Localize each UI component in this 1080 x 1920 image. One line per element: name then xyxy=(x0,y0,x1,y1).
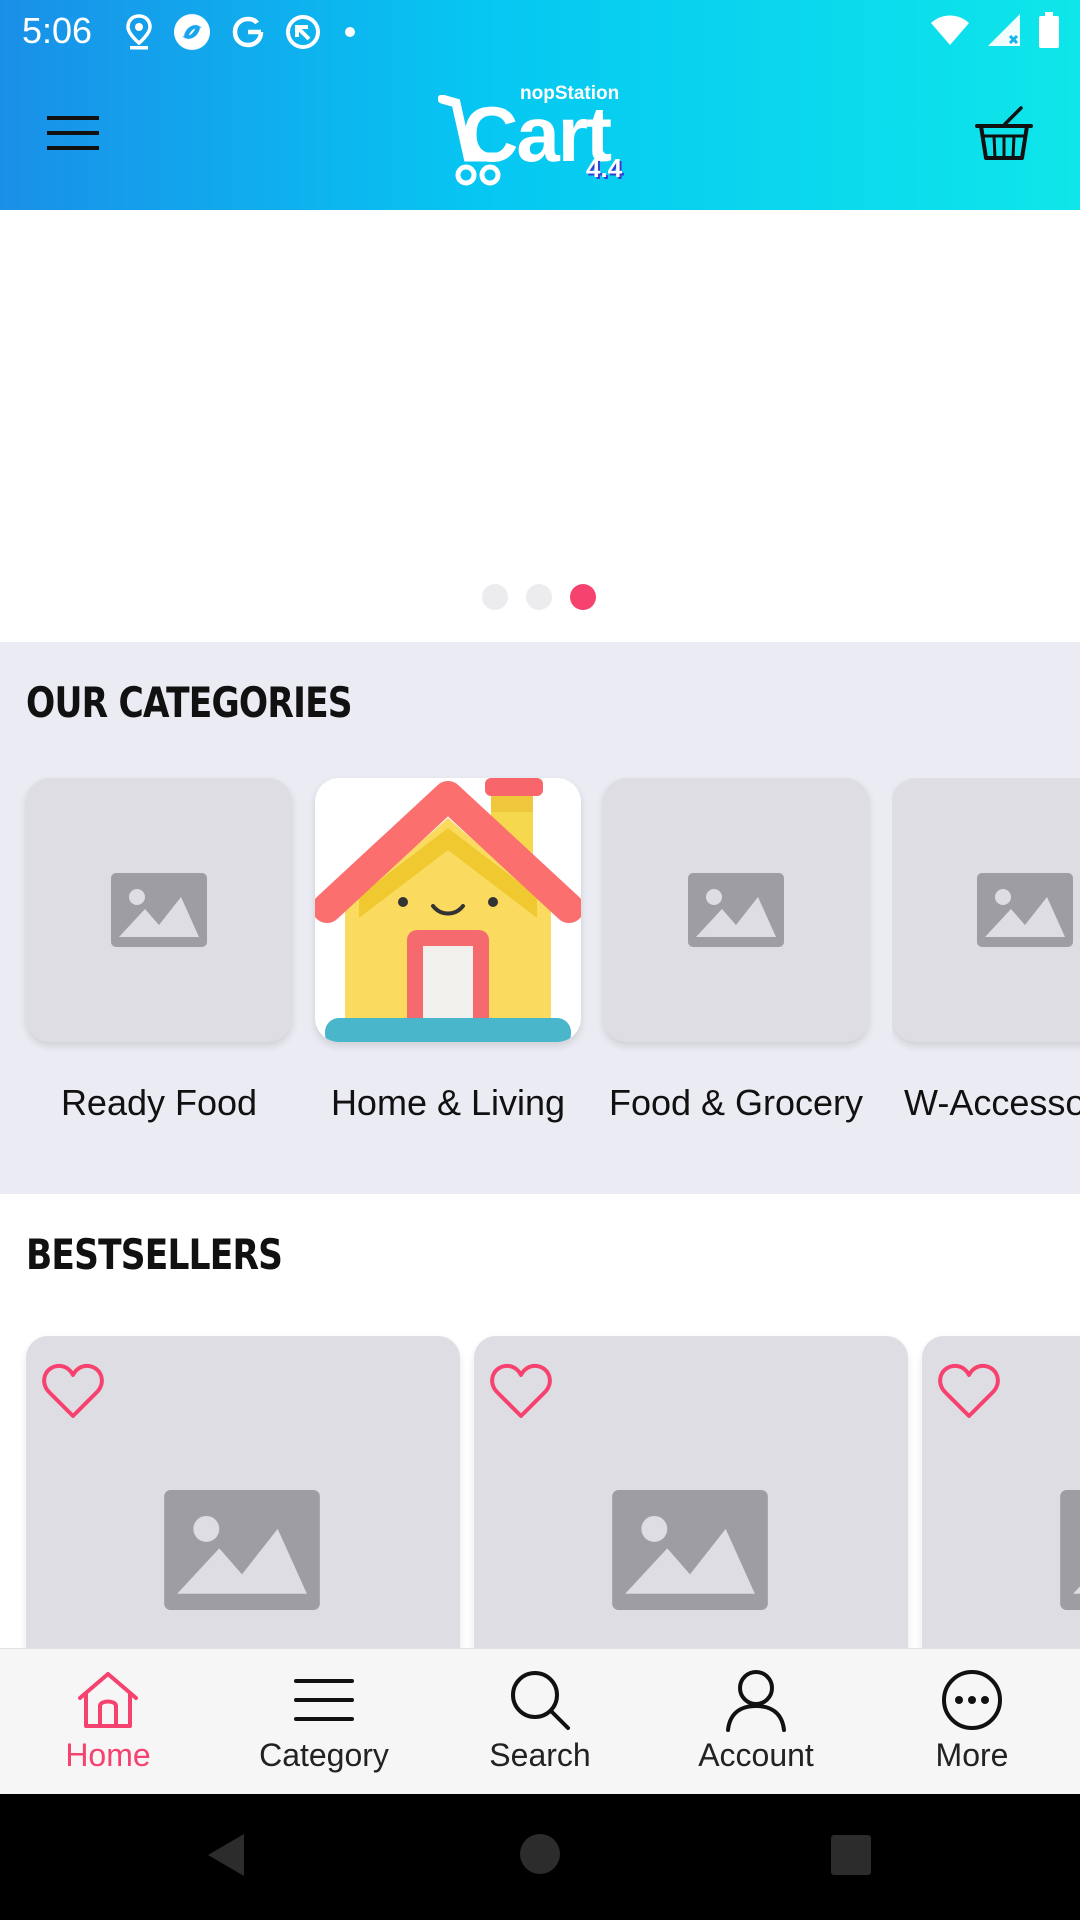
house-illustration-icon xyxy=(315,778,581,1042)
category-label: Ready Food xyxy=(60,1082,258,1123)
categories-title: OUR CATEGORIES xyxy=(26,678,353,727)
product-card[interactable] xyxy=(922,1336,1080,1648)
nav-item-home[interactable]: Home xyxy=(0,1649,216,1794)
banner-slider[interactable] xyxy=(0,210,1080,642)
wifi-icon xyxy=(930,13,970,51)
system-home-button[interactable] xyxy=(518,1832,562,1876)
recents-icon xyxy=(831,1835,871,1875)
category-item-food-grocery[interactable]: Food & Grocery xyxy=(603,778,869,1124)
category-card[interactable] xyxy=(603,778,869,1042)
nav-item-account[interactable]: Account xyxy=(648,1649,864,1794)
bestsellers-title: BESTSELLERS xyxy=(26,1230,283,1279)
category-item-ready-food[interactable]: Ready Food xyxy=(26,778,292,1124)
system-recents-button[interactable] xyxy=(830,1834,872,1876)
nav-label: Home xyxy=(65,1737,151,1773)
status-icons-left xyxy=(124,12,360,52)
home-icon xyxy=(78,1672,138,1728)
app-logo: nopStation Cart 4.4 xyxy=(438,83,638,193)
category-item-w-accessories[interactable]: W-Accesso xyxy=(892,778,1080,1124)
system-back-button[interactable] xyxy=(204,1830,248,1880)
product-card[interactable] xyxy=(474,1336,908,1648)
top-header: 5:06 nopStation Cart 4.4 xyxy=(0,0,1080,210)
app-icon xyxy=(172,12,212,52)
placeholder-image-icon xyxy=(164,1490,320,1610)
slider-dot[interactable] xyxy=(482,584,508,610)
heart-outline-icon xyxy=(938,1363,1000,1418)
placeholder-image-icon xyxy=(612,1490,768,1610)
favorite-button[interactable] xyxy=(38,1356,108,1426)
status-time: 5:06 xyxy=(22,10,93,51)
favorite-button[interactable] xyxy=(934,1356,1004,1426)
product-card[interactable] xyxy=(26,1336,460,1648)
sync-icon xyxy=(284,13,322,51)
category-card[interactable] xyxy=(892,778,1080,1042)
placeholder-image-icon xyxy=(977,873,1073,947)
search-icon xyxy=(511,1671,570,1730)
heart-outline-icon xyxy=(42,1363,104,1418)
bottom-navigation: Home Category Search Account More xyxy=(0,1648,1080,1794)
placeholder-image-icon xyxy=(688,873,784,947)
category-label: Food & Grocery xyxy=(608,1082,864,1123)
bestsellers-section: BESTSELLERS xyxy=(0,1194,1080,1648)
nav-item-category[interactable]: Category xyxy=(216,1649,432,1794)
status-icons-right xyxy=(930,12,1060,52)
logo-version: 4.4 xyxy=(586,153,623,183)
category-card[interactable] xyxy=(26,778,292,1042)
basket-icon xyxy=(975,106,1033,160)
back-icon xyxy=(208,1834,244,1876)
heart-outline-icon xyxy=(490,1363,552,1418)
nav-label: Search xyxy=(489,1737,591,1773)
placeholder-image-icon xyxy=(111,873,207,947)
google-icon xyxy=(230,14,266,50)
menu-icon xyxy=(47,116,99,150)
battery-icon xyxy=(1038,12,1060,52)
more-icon xyxy=(942,1670,1002,1730)
slider-dots xyxy=(482,584,596,610)
signal-icon xyxy=(986,12,1022,52)
categories-section: OUR CATEGORIES Ready Food Home & Living … xyxy=(0,642,1080,1194)
home-circle-icon xyxy=(520,1834,560,1874)
app-bar: nopStation Cart 4.4 xyxy=(0,63,1080,210)
nav-label: More xyxy=(935,1737,1009,1773)
nav-item-search[interactable]: Search xyxy=(432,1649,648,1794)
menu-lines-icon xyxy=(294,1679,354,1721)
nav-label: Category xyxy=(259,1737,389,1773)
category-label: W-Accesso xyxy=(904,1082,1080,1123)
placeholder-image-icon xyxy=(1060,1490,1080,1610)
favorite-button[interactable] xyxy=(486,1356,556,1426)
cart-button[interactable] xyxy=(968,99,1040,169)
user-icon xyxy=(726,1670,786,1732)
system-navigation-bar xyxy=(0,1794,1080,1920)
category-label: Home & Living xyxy=(330,1082,566,1123)
location-icon xyxy=(124,13,154,51)
status-bar: 5:06 xyxy=(0,0,1080,63)
dot-icon xyxy=(340,22,360,42)
menu-button[interactable] xyxy=(34,103,112,163)
slider-dot[interactable] xyxy=(526,584,552,610)
category-item-home-living[interactable]: Home & Living xyxy=(315,778,581,1124)
nav-item-more[interactable]: More xyxy=(864,1649,1080,1794)
category-card[interactable] xyxy=(315,778,581,1042)
slider-dot-active[interactable] xyxy=(570,584,596,610)
nav-label: Account xyxy=(698,1737,814,1773)
screen: 5:06 nopStation Cart 4.4 OUR CATEGORIES … xyxy=(0,0,1080,1920)
